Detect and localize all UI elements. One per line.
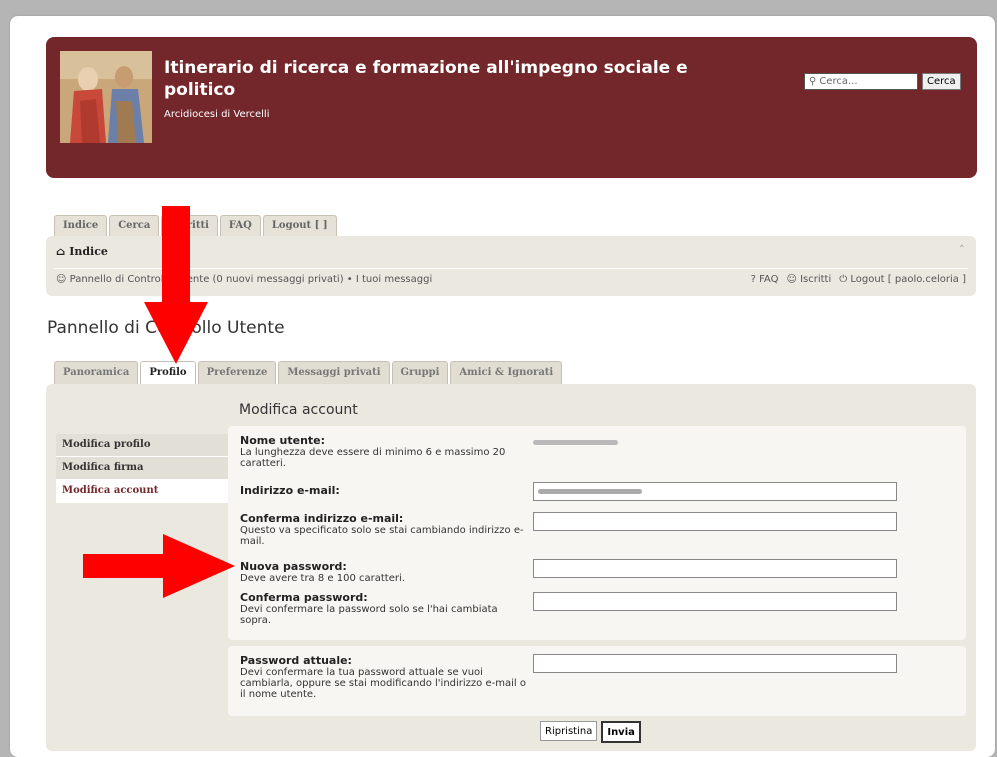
right-arrow-annotation [83,534,235,598]
nav-logout[interactable]: ⏻ Logout [ paolo.celoria ] [839,274,966,285]
site-title[interactable]: Itinerario di ricerca e formazione all'i… [164,57,724,101]
tab-profilo[interactable]: Profilo [140,361,196,386]
sidebar-item-modifica-profilo[interactable]: Modifica profilo [56,434,228,457]
home-icon: ⌂ [56,245,66,258]
breadcrumb: ⌂ Indice [56,245,108,258]
header-search: ⚲ Cerca... Cerca [804,73,961,90]
sidebar-item-modifica-account[interactable]: Modifica account [56,480,228,503]
account-fields: Nome utente: La lunghezza deve essere di… [228,426,966,640]
new-password-label: Nuova password: [240,560,347,573]
confirm-password-row: Conferma password: Devi confermare la pa… [240,591,530,626]
collapse-icon[interactable]: ⌃ [958,244,966,255]
members-icon: ☺ [786,274,797,285]
ucp-link[interactable]: ☺ Pannello di Controllo Utente (0 nuovi … [56,274,432,285]
tab-faq[interactable]: FAQ [219,215,261,237]
breadcrumb-index[interactable]: Indice [69,245,108,258]
form-actions: Ripristina Invia [540,721,641,743]
nav-members[interactable]: ☺ Iscritti [786,274,831,285]
username-row: Nome utente: La lunghezza deve essere di… [240,434,530,469]
site-logo[interactable] [60,51,152,143]
tab-indice[interactable]: Indice [54,215,108,237]
confirm-password-field[interactable] [533,592,897,611]
tab-panoramica[interactable]: Panoramica [54,361,139,386]
search-icon: ⚲ [809,76,817,87]
panel-title: Modifica account [239,402,358,418]
new-password-field[interactable] [533,559,897,578]
tab-amici-ignorati[interactable]: Amici & Ignorati [450,361,563,386]
down-arrow-annotation [144,206,208,364]
username-value [533,440,618,445]
site-header: Itinerario di ricerca e formazione all'i… [46,37,977,178]
confirm-email-label: Conferma indirizzo e-mail: [240,512,404,525]
search-input[interactable]: ⚲ Cerca... [804,73,918,90]
confirm-password-hint: Devi confermare la password solo se l'ha… [240,604,498,626]
email-row: Indirizzo e-mail: [240,484,530,497]
ucp-sidebar: Modifica profilo Modifica firma Modifica… [56,434,228,503]
new-password-row: Nuova password: Deve avere tra 8 e 100 c… [240,560,530,584]
power-icon: ⏻ [839,274,848,285]
site-description: Arcidiocesi di Vercelli [164,109,270,120]
current-password-label: Password attuale: [240,654,352,667]
new-password-hint: Deve avere tra 8 e 100 caratteri. [240,573,405,584]
tab-logout[interactable]: Logout [ ] [262,215,337,237]
nav-links: ? FAQ ☺ Iscritti ⏻ Logout [ paolo.celori… [751,274,966,285]
email-label: Indirizzo e-mail: [240,484,340,497]
users-icon: ☺ [56,274,67,285]
reset-button[interactable]: Ripristina [540,721,598,741]
confirm-email-hint: Questo va specificato solo se stai cambi… [240,525,524,547]
current-password-field[interactable] [533,654,897,673]
email-field[interactable] [533,482,897,501]
current-password-row: Password attuale: Devi confermare la tua… [240,654,530,700]
confirm-email-field[interactable] [533,512,897,531]
username-label: Nome utente: [240,434,326,447]
confirm-email-row: Conferma indirizzo e-mail: Questo va spe… [240,512,530,547]
ucp-tabs: Panoramica Profilo Preferenze Messaggi p… [54,361,563,386]
nav-faq[interactable]: ? FAQ [751,274,779,285]
search-button[interactable]: Cerca [922,73,961,90]
help-icon: ? [750,274,756,285]
tab-preferenze[interactable]: Preferenze [197,361,277,386]
tab-gruppi[interactable]: Gruppi [391,361,449,386]
sidebar-item-modifica-firma[interactable]: Modifica firma [56,457,228,480]
submit-button[interactable]: Invia [601,721,641,743]
current-password-hint: Devi confermare la tua password attuale … [240,667,526,700]
confirm-password-label: Conferma password: [240,591,368,604]
tab-messaggi-privati[interactable]: Messaggi privati [278,361,390,386]
current-password-box: Password attuale: Devi confermare la tua… [228,646,966,716]
username-hint: La lunghezza deve essere di minimo 6 e m… [240,447,506,469]
